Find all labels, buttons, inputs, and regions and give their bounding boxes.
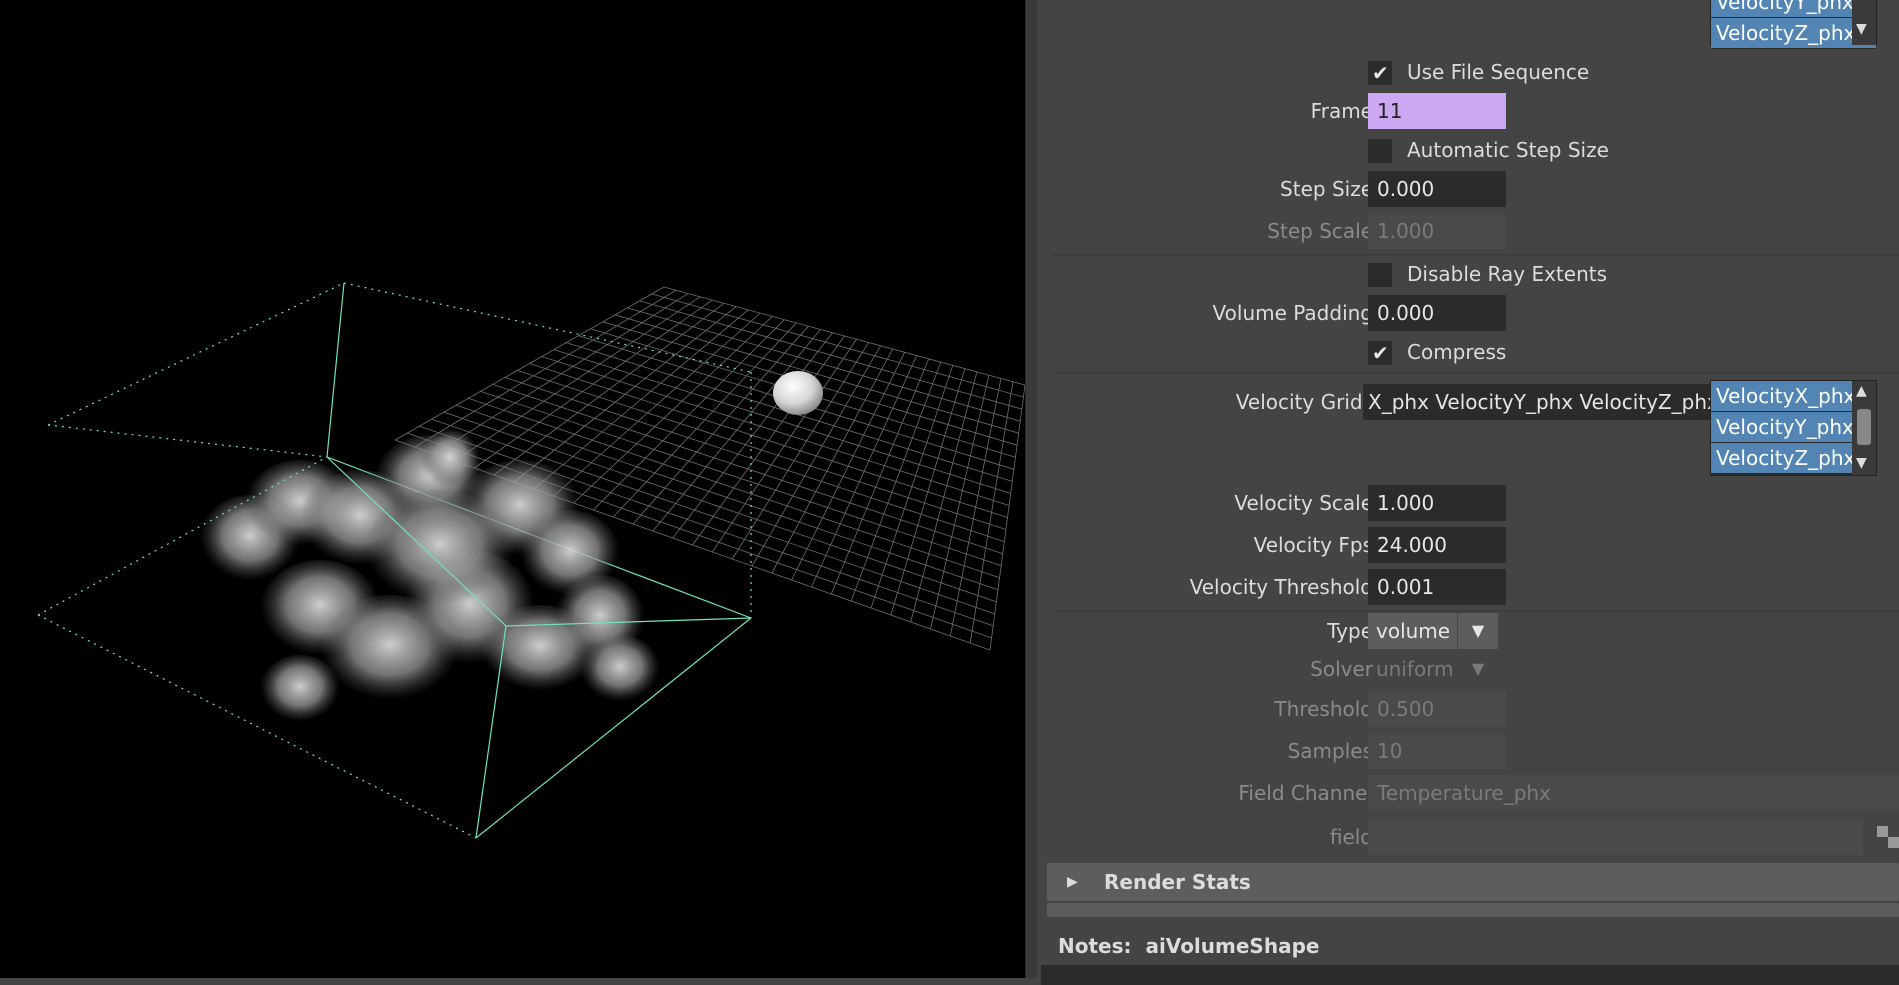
- grid-line: [639, 300, 1022, 410]
- use-file-sequence-row: ✔ Use File Sequence: [1052, 53, 1899, 91]
- grid-line: [517, 370, 1007, 530]
- automatic-step-size-row: Automatic Step Size: [1052, 131, 1899, 169]
- field-channel-label: Field Channel: [1238, 781, 1373, 805]
- field-row: field: [1052, 818, 1899, 856]
- type-label: Type: [1327, 619, 1373, 643]
- type-value: volume: [1376, 619, 1451, 643]
- use-file-sequence-checkbox[interactable]: ✔: [1368, 61, 1392, 85]
- chevron-down-icon[interactable]: ▼: [1457, 613, 1498, 649]
- samples-field: 10: [1368, 733, 1506, 769]
- field-channel-field: Temperature_phx: [1368, 775, 1899, 811]
- velocity-threshold-row: Velocity Threshold 0.001: [1052, 568, 1899, 606]
- velocity-fps-label: Velocity Fps: [1253, 533, 1373, 557]
- step-size-label: Step Size: [1280, 177, 1373, 201]
- scrollbar[interactable]: ▲ ▼: [1852, 381, 1876, 475]
- chevron-down-icon: ▼: [1471, 659, 1485, 678]
- disable-ray-extents-label: Disable Ray Extents: [1407, 262, 1608, 286]
- frame-label: Frame: [1310, 99, 1373, 123]
- solver-row: Solver uniform ▼: [1052, 650, 1899, 688]
- compress-checkbox[interactable]: ✔: [1368, 341, 1392, 365]
- threshold-field: 0.500: [1368, 691, 1506, 727]
- section-label: Render Stats: [1104, 870, 1251, 894]
- field-input: [1368, 819, 1863, 855]
- map-button-icon[interactable]: [1877, 826, 1899, 848]
- compress-row: ✔ Compress: [1052, 333, 1899, 371]
- frame-row: Frame 11: [1052, 92, 1899, 130]
- expand-triangle-icon: ▶: [1067, 874, 1078, 890]
- step-size-row: Step Size 0.000: [1052, 170, 1899, 208]
- velocity-grids-list[interactable]: VelocityX_phx VelocityY_phx VelocityZ_ph…: [1710, 380, 1877, 476]
- section-node-behavior[interactable]: ▶ Node Behavior: [1047, 903, 1899, 917]
- velocity-grids-label: Velocity Grids: [1235, 390, 1373, 414]
- checkmark-icon: ✔: [1372, 341, 1389, 365]
- grid-line: [553, 349, 1011, 494]
- expand-triangle-icon: ▶: [1067, 907, 1078, 917]
- velocity-threshold-field[interactable]: 0.001: [1368, 569, 1506, 605]
- disable-ray-extents-checkbox[interactable]: [1368, 263, 1392, 287]
- type-dropdown[interactable]: volume ▼: [1368, 613, 1498, 649]
- velocity-threshold-label: Velocity Threshold: [1189, 575, 1373, 599]
- scroll-down-icon[interactable]: ▼: [1856, 21, 1867, 37]
- use-file-sequence-label: Use File Sequence: [1407, 60, 1590, 84]
- volume-padding-row: Volume Padding 0.000: [1052, 294, 1899, 332]
- grid-line: [529, 363, 1008, 518]
- scroll-up-icon[interactable]: ▲: [1856, 383, 1867, 399]
- velocity-scale-field[interactable]: 1.000: [1368, 485, 1506, 521]
- samples-label: Samples: [1287, 739, 1373, 763]
- scroll-down-icon[interactable]: ▼: [1856, 455, 1867, 471]
- notes-textarea[interactable]: [1041, 965, 1899, 985]
- velocity-fps-field[interactable]: 24.000: [1368, 527, 1506, 563]
- samples-row: Samples 10: [1052, 732, 1899, 770]
- step-scale-row: Step Scale 1.000: [1052, 212, 1899, 250]
- grid-line: [651, 293, 1024, 398]
- section-render-stats[interactable]: ▶ Render Stats: [1047, 863, 1899, 901]
- velocity-scale-label: Velocity Scale: [1234, 491, 1373, 515]
- velocity-grids-list-top[interactable]: VelocityY_phx VelocityZ_phx ▼: [1710, 0, 1877, 49]
- step-size-field[interactable]: 0.000: [1368, 171, 1506, 207]
- solver-label: Solver: [1310, 657, 1373, 681]
- checkmark-icon: ✔: [1372, 61, 1389, 85]
- divider: [1052, 372, 1899, 374]
- velocity-grids-field[interactable]: X_phx VelocityY_phx VelocityZ_phx: [1363, 384, 1710, 420]
- threshold-row: Threshold 0.500: [1052, 690, 1899, 728]
- 3d-viewport[interactable]: [0, 0, 1025, 978]
- automatic-step-size-label: Automatic Step Size: [1407, 138, 1609, 162]
- scrollbar-thumb[interactable]: [1857, 409, 1871, 445]
- sphere-object: [773, 371, 823, 415]
- grid-line: [541, 356, 1010, 506]
- section-label: Node Behavior: [1104, 907, 1269, 917]
- notes-label: Notes: aiVolumeShape: [1058, 934, 1320, 958]
- step-scale-label: Step Scale: [1267, 219, 1373, 243]
- volume-padding-field[interactable]: 0.000: [1368, 295, 1506, 331]
- threshold-label: Threshold: [1274, 697, 1373, 721]
- notes-bar: Notes: aiVolumeShape: [1037, 920, 1899, 985]
- attribute-editor-panel: VelocityY_phx VelocityZ_phx ▼ ✔ Use File…: [1037, 0, 1899, 985]
- scrollbar[interactable]: ▼: [1852, 0, 1876, 45]
- volume-padding-label: Volume Padding: [1212, 301, 1373, 325]
- frame-field[interactable]: 11: [1368, 93, 1506, 129]
- type-row: Type volume ▼: [1052, 612, 1899, 650]
- velocity-fps-row: Velocity Fps 24.000: [1052, 526, 1899, 564]
- field-label: field: [1329, 825, 1373, 849]
- grid-line: [614, 314, 1019, 434]
- velocity-scale-row: Velocity Scale 1.000: [1052, 484, 1899, 522]
- solver-dropdown: uniform ▼: [1368, 651, 1498, 687]
- disable-ray-extents-row: Disable Ray Extents: [1052, 255, 1899, 293]
- field-channel-row: Field Channel Temperature_phx: [1052, 774, 1899, 812]
- solver-value: uniform: [1376, 657, 1454, 681]
- step-scale-field: 1.000: [1368, 213, 1506, 249]
- compress-label: Compress: [1407, 340, 1507, 364]
- viewport-scene: [37, 282, 1025, 839]
- grid-line: [627, 307, 1021, 422]
- automatic-step-size-checkbox[interactable]: [1368, 139, 1392, 163]
